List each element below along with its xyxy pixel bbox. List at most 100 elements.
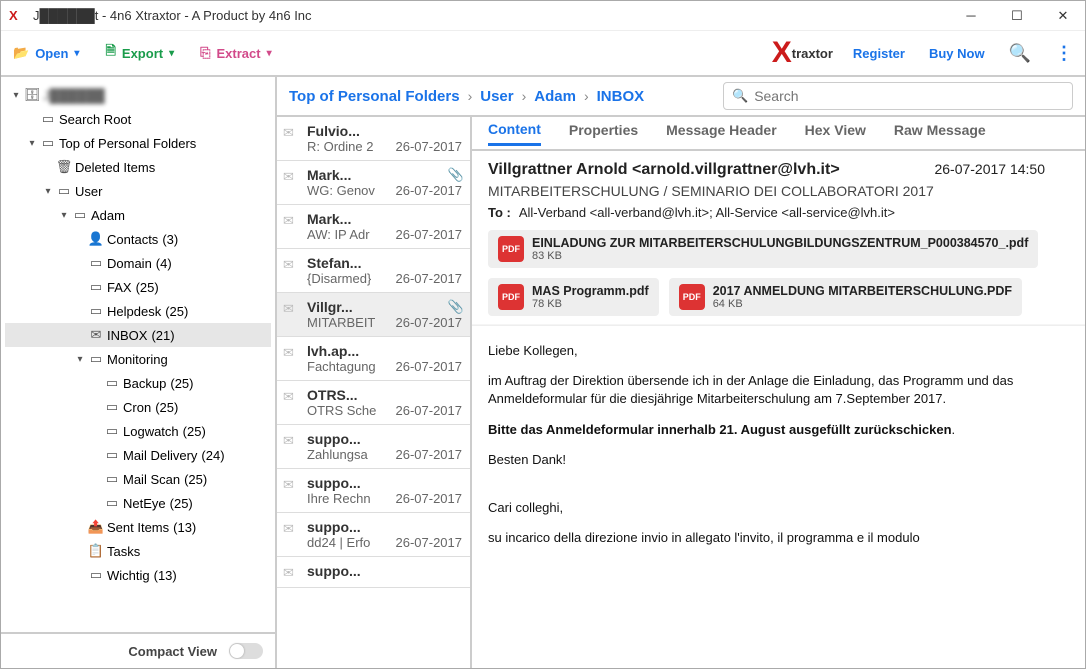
folder-icon: ▭ — [87, 279, 105, 295]
tab-hex-view[interactable]: Hex View — [805, 122, 866, 144]
search-icon[interactable]: 🔍 — [1009, 43, 1031, 64]
titlebar: X J██████t - 4n6 Xtraxtor - A Product by… — [1, 1, 1085, 31]
attachment-chip[interactable]: PDF MAS Programm.pdf78 KB — [488, 278, 659, 316]
pdf-icon: PDF — [679, 284, 705, 310]
tree-helpdesk[interactable]: ▭Helpdesk(25) — [5, 299, 271, 323]
compact-view-toggle[interactable]: Compact View — [1, 632, 275, 668]
message-item[interactable]: ✉ Mark... AW: IP Adr26-07-2017 — [277, 205, 470, 249]
tree-top-folders[interactable]: ▾▭Top of Personal Folders — [5, 131, 271, 155]
attachment-icon: 📎 — [448, 299, 464, 315]
pst-file-icon: 🗄 — [23, 87, 41, 103]
search-input[interactable] — [754, 88, 1064, 104]
tab-content[interactable]: Content — [488, 121, 541, 146]
tree-fax[interactable]: ▭FAX(25) — [5, 275, 271, 299]
message-item[interactable]: ✉ suppo... dd24 | Erfo26-07-2017 — [277, 513, 470, 557]
tree-backup[interactable]: ▭Backup(25) — [5, 371, 271, 395]
folder-icon: ▭ — [87, 351, 105, 367]
message-item[interactable]: ✉ suppo... — [277, 557, 470, 588]
message-item[interactable]: ✉ lvh.ap... Fachtagung26-07-2017 — [277, 337, 470, 381]
export-icon: 🗎 — [105, 42, 115, 64]
envelope-icon: ✉ — [283, 345, 301, 374]
tab-raw-message[interactable]: Raw Message — [894, 122, 986, 144]
extract-icon: ⎘ — [200, 45, 210, 61]
envelope-icon: ✉ — [283, 301, 301, 330]
export-button[interactable]: 🗎 Export ▾ — [105, 42, 174, 64]
tree-wichtig[interactable]: ▭Wichtig(13) — [5, 563, 271, 587]
folder-icon: ▭ — [39, 111, 57, 127]
brand-logo: Xtraxtor — [772, 36, 833, 70]
message-item[interactable]: ✉ Fulvio... R: Ordine 226-07-2017 — [277, 117, 470, 161]
envelope-icon: ✉ — [283, 389, 301, 418]
tree-neteye[interactable]: ▭NetEye(25) — [5, 491, 271, 515]
inbox-icon: ✉ — [87, 327, 105, 343]
folder-icon: ▭ — [103, 447, 121, 463]
tree-adam[interactable]: ▾▭Adam — [5, 203, 271, 227]
tree-contacts[interactable]: 👤Contacts(3) — [5, 227, 271, 251]
search-icon: 🔍 — [732, 88, 748, 104]
tree-domain[interactable]: ▭Domain(4) — [5, 251, 271, 275]
window-title: J██████t - 4n6 Xtraxtor - A Product by 4… — [33, 8, 957, 23]
message-list: ✉ Fulvio... R: Ordine 226-07-2017 ✉ Mark… — [277, 117, 472, 668]
search-box[interactable]: 🔍 — [723, 82, 1073, 110]
maximize-button[interactable]: ☐ — [1003, 8, 1031, 24]
folder-icon: ▭ — [39, 135, 57, 151]
tab-properties[interactable]: Properties — [569, 122, 638, 144]
tree-tasks[interactable]: 📋Tasks — [5, 539, 271, 563]
tree-cron[interactable]: ▭Cron(25) — [5, 395, 271, 419]
breadcrumb[interactable]: Top of Personal Folders — [289, 88, 460, 105]
open-button[interactable]: 📂 Open ▾ — [13, 45, 79, 61]
contacts-icon: 👤 — [87, 231, 105, 247]
tree-logwatch[interactable]: ▭Logwatch(25) — [5, 419, 271, 443]
reader-tabs: Content Properties Message Header Hex Vi… — [472, 117, 1085, 151]
folder-icon: ▭ — [103, 423, 121, 439]
folder-icon: ▭ — [103, 399, 121, 415]
message-item[interactable]: ✉ suppo... Zahlungsa26-07-2017 — [277, 425, 470, 469]
breadcrumb[interactable]: User — [480, 88, 513, 105]
message-item[interactable]: ✉ Villgr... MITARBEIT26-07-2017 📎 — [277, 293, 470, 337]
tree-mail-delivery[interactable]: ▭Mail Delivery(24) — [5, 443, 271, 467]
more-menu-icon[interactable]: ⋮ — [1055, 43, 1073, 64]
extract-button[interactable]: ⎘ Extract ▾ — [200, 45, 272, 61]
folder-open-icon: 📂 — [13, 45, 29, 61]
folder-tree-sidebar: ▾🗄J██████ ▭Search Root ▾▭Top of Personal… — [1, 77, 277, 668]
sent-icon: 📤 — [87, 519, 105, 535]
attachment-icon: 📎 — [448, 167, 464, 183]
buy-now-link[interactable]: Buy Now — [929, 46, 985, 61]
date-label: 26-07-2017 14:50 — [934, 161, 1045, 177]
pdf-icon: PDF — [498, 284, 524, 310]
breadcrumb-bar: Top of Personal Folders› User› Adam› INB… — [277, 77, 1085, 117]
chevron-right-icon: › — [522, 88, 527, 104]
folder-icon: ▭ — [103, 495, 121, 511]
tree-user[interactable]: ▾▭User — [5, 179, 271, 203]
close-button[interactable]: ✕ — [1049, 8, 1077, 24]
envelope-icon: ✉ — [283, 213, 301, 242]
tree-sent-items[interactable]: 📤Sent Items(13) — [5, 515, 271, 539]
tree-root[interactable]: ▾🗄J██████ — [5, 83, 271, 107]
folder-icon: ▭ — [87, 303, 105, 319]
minimize-button[interactable]: ─ — [957, 8, 985, 24]
message-item[interactable]: ✉ suppo... Ihre Rechn26-07-2017 — [277, 469, 470, 513]
breadcrumb[interactable]: INBOX — [597, 88, 645, 105]
breadcrumb[interactable]: Adam — [534, 88, 576, 105]
message-item[interactable]: ✉ Mark... WG: Genov26-07-2017 📎 — [277, 161, 470, 205]
message-item[interactable]: ✉ Stefan... {Disarmed}26-07-2017 — [277, 249, 470, 293]
chevron-right-icon: › — [584, 88, 589, 104]
to-line: To :All-Verband <all-verband@lvh.it>; Al… — [488, 205, 1069, 220]
subject-line: MITARBEITERSCHULUNG / SEMINARIO DEI COLL… — [488, 183, 1069, 199]
tree-search-root[interactable]: ▭Search Root — [5, 107, 271, 131]
toggle-switch-icon[interactable] — [229, 643, 263, 659]
folder-icon: ▭ — [103, 375, 121, 391]
attachment-chip[interactable]: PDF EINLADUNG ZUR MITARBEITERSCHULUNGBIL… — [488, 230, 1038, 268]
app-x-icon: X — [9, 8, 25, 24]
register-link[interactable]: Register — [853, 46, 905, 61]
tree-mail-scan[interactable]: ▭Mail Scan(25) — [5, 467, 271, 491]
envelope-icon: ✉ — [283, 257, 301, 286]
tree-monitoring[interactable]: ▾▭Monitoring — [5, 347, 271, 371]
attachment-chip[interactable]: PDF 2017 ANMELDUNG MITARBEITERSCHULUNG.P… — [669, 278, 1022, 316]
envelope-icon: ✉ — [283, 125, 301, 154]
tree-deleted-items[interactable]: 🗑Deleted Items — [5, 155, 271, 179]
tab-message-header[interactable]: Message Header — [666, 122, 777, 144]
pdf-icon: PDF — [498, 236, 524, 262]
tree-inbox[interactable]: ✉INBOX(21) — [5, 323, 271, 347]
message-item[interactable]: ✉ OTRS... OTRS Sche26-07-2017 — [277, 381, 470, 425]
